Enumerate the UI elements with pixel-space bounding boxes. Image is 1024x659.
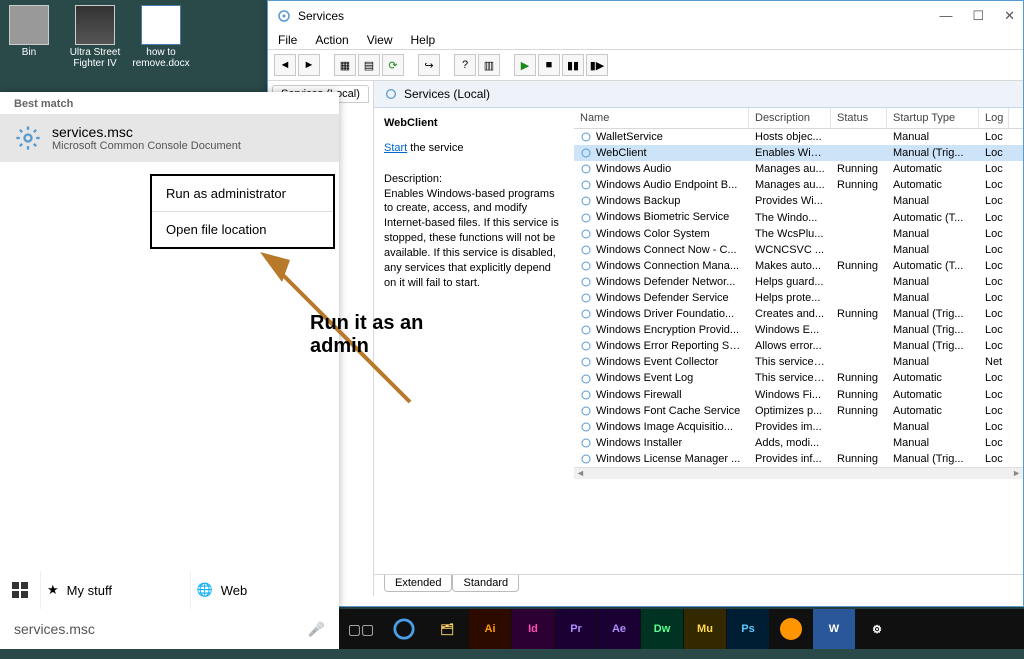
cortana-search-input[interactable]: services.msc 🎤 <box>0 609 339 649</box>
gear-icon <box>14 124 42 152</box>
titlebar[interactable]: Services ― ☐ ✕ <box>268 1 1023 31</box>
context-menu: Run as administrator Open file location <box>150 174 335 249</box>
cortana-panel: Best match services.msc Microsoft Common… <box>0 92 339 609</box>
selected-service-name: WebClient <box>384 116 564 131</box>
toolbar-export[interactable]: ↪ <box>418 54 440 76</box>
desktop-icon-ultra-street-fighter[interactable]: Ultra Street Fighter IV <box>66 5 124 69</box>
toolbar-start[interactable]: ▶ <box>514 54 536 76</box>
services-grid[interactable]: Name Description Status Startup Type Log… <box>574 108 1023 574</box>
service-row[interactable]: Windows Connection Mana...Makes auto...R… <box>574 258 1023 274</box>
desktop-icon-how-to-remove[interactable]: how to remove.docx <box>132 5 190 69</box>
col-description[interactable]: Description <box>749 108 831 128</box>
service-row[interactable]: Windows Audio Endpoint B...Manages au...… <box>574 177 1023 193</box>
service-row[interactable]: Windows Image Acquisitio...Provides im..… <box>574 419 1023 435</box>
grid-header[interactable]: Name Description Status Startup Type Log <box>574 108 1023 129</box>
tab-my-stuff[interactable]: ★ My stuff <box>40 571 190 609</box>
col-logon[interactable]: Log <box>979 108 1009 128</box>
best-match-header: Best match <box>0 92 339 114</box>
menu-file[interactable]: File <box>278 33 297 47</box>
service-row[interactable]: Windows Encryption Provid...Windows E...… <box>574 322 1023 338</box>
service-row[interactable]: Windows Font Cache ServiceOptimizes p...… <box>574 403 1023 419</box>
service-row[interactable]: Windows Error Reporting Se...Allows erro… <box>574 338 1023 354</box>
search-result-services-msc[interactable]: services.msc Microsoft Common Console Do… <box>0 114 339 162</box>
menubar: File Action View Help <box>268 31 1023 49</box>
menu-help[interactable]: Help <box>411 33 436 47</box>
horizontal-scrollbar[interactable]: ◄► <box>574 467 1023 479</box>
task-view-button[interactable]: ▢▢ <box>339 609 383 649</box>
services-window: Services ― ☐ ✕ File Action View Help ◄ ►… <box>267 0 1024 607</box>
desktop-icon-bin[interactable]: Bin <box>0 5 58 69</box>
start-service-link[interactable]: Start <box>384 142 407 154</box>
toolbar-refresh[interactable]: ⟳ <box>382 54 404 76</box>
taskbar-edge[interactable] <box>383 609 425 649</box>
menu-action[interactable]: Action <box>315 33 348 47</box>
taskbar-firefox[interactable] <box>770 609 812 649</box>
service-row[interactable]: Windows Event CollectorThis service ...M… <box>574 354 1023 370</box>
service-row[interactable]: Windows Driver Foundatio...Creates and..… <box>574 306 1023 322</box>
toolbar-show-hide[interactable]: ▦ <box>334 54 356 76</box>
col-status[interactable]: Status <box>831 108 887 128</box>
service-row[interactable]: Windows AudioManages au...RunningAutomat… <box>574 161 1023 177</box>
taskbar-indesign[interactable]: Id <box>512 609 554 649</box>
toolbar-properties[interactable]: ▤ <box>358 54 380 76</box>
taskbar: ▢▢ 🗂 Ai Id Pr Ae Dw Mu Ps W ⚙ <box>339 609 1024 649</box>
col-name[interactable]: Name <box>574 108 749 128</box>
result-title: services.msc <box>52 124 241 140</box>
toolbar-list[interactable]: ▥ <box>478 54 500 76</box>
desktop-icons: Bin Ultra Street Fighter IV how to remov… <box>0 5 190 69</box>
service-row[interactable]: Windows FirewallWindows Fi...RunningAuto… <box>574 387 1023 403</box>
description-label: Description: <box>384 172 564 187</box>
close-button[interactable]: ✕ <box>1004 8 1015 24</box>
microphone-icon[interactable]: 🎤 <box>308 621 325 638</box>
taskbar-muse[interactable]: Mu <box>684 609 726 649</box>
service-row[interactable]: Windows License Manager ...Provides inf.… <box>574 451 1023 467</box>
maximize-button[interactable]: ☐ <box>972 8 984 24</box>
description-text: Enables Windows-based programs to create… <box>384 187 564 291</box>
menu-view[interactable]: View <box>367 33 393 47</box>
tab-extended[interactable]: Extended <box>384 575 452 592</box>
context-open-file-location[interactable]: Open file location <box>152 212 333 247</box>
service-row[interactable]: Windows InstallerAdds, modi...ManualLoc <box>574 435 1023 451</box>
service-row[interactable]: Windows Connect Now - C...WCNCSVC ...Man… <box>574 242 1023 258</box>
toolbar-restart[interactable]: ▮▶ <box>586 54 608 76</box>
taskbar-explorer[interactable]: 🗂 <box>426 609 468 649</box>
toolbar-pause[interactable]: ▮▮ <box>562 54 584 76</box>
taskbar-aftereffects[interactable]: Ae <box>598 609 640 649</box>
taskbar-illustrator[interactable]: Ai <box>469 609 511 649</box>
service-row[interactable]: Windows Color SystemThe WcsPlu...ManualL… <box>574 226 1023 242</box>
service-row[interactable]: Windows Event LogThis service ...Running… <box>574 370 1023 386</box>
service-row[interactable]: Windows BackupProvides Wi...ManualLoc <box>574 193 1023 209</box>
service-row[interactable]: WebClientEnables Win...Manual (Trig...Lo… <box>574 145 1023 161</box>
tab-web[interactable]: 🌐 Web <box>190 571 340 609</box>
pane-header: Services (Local) <box>374 81 1023 108</box>
service-row[interactable]: Windows Defender ServiceHelps prote...Ma… <box>574 290 1023 306</box>
services-icon <box>276 8 292 24</box>
gear-icon <box>384 87 398 101</box>
taskbar-settings[interactable]: ⚙ <box>856 609 898 649</box>
result-subtitle: Microsoft Common Console Document <box>52 140 241 152</box>
watermark: wsxdn.com <box>968 594 1018 605</box>
annotation-text: Run it as an admin <box>310 312 460 358</box>
toolbar: ◄ ► ▦ ▤ ⟳ ↪ ? ▥ ▶ ■ ▮▮ ▮▶ <box>268 49 1023 81</box>
toolbar-help[interactable]: ? <box>454 54 476 76</box>
bottom-tabs: Extended Standard <box>374 574 1023 596</box>
tab-standard[interactable]: Standard <box>452 575 519 592</box>
service-row[interactable]: Windows Defender Networ...Helps guard...… <box>574 274 1023 290</box>
service-row[interactable]: Windows Biometric ServiceThe Windo...Aut… <box>574 209 1023 225</box>
taskbar-dreamweaver[interactable]: Dw <box>641 609 683 649</box>
window-title: Services <box>298 9 344 23</box>
toolbar-forward[interactable]: ► <box>298 54 320 76</box>
service-row[interactable]: WalletServiceHosts objec...ManualLoc <box>574 129 1023 145</box>
col-startup[interactable]: Startup Type <box>887 108 979 128</box>
taskbar-word[interactable]: W <box>813 609 855 649</box>
taskbar-photoshop[interactable]: Ps <box>727 609 769 649</box>
taskbar-premiere[interactable]: Pr <box>555 609 597 649</box>
minimize-button[interactable]: ― <box>939 8 952 24</box>
toolbar-stop[interactable]: ■ <box>538 54 560 76</box>
toolbar-back[interactable]: ◄ <box>274 54 296 76</box>
context-run-as-admin[interactable]: Run as administrator <box>152 176 333 212</box>
start-button[interactable] <box>0 571 40 609</box>
cortana-filter-row: ★ My stuff 🌐 Web <box>0 571 339 609</box>
